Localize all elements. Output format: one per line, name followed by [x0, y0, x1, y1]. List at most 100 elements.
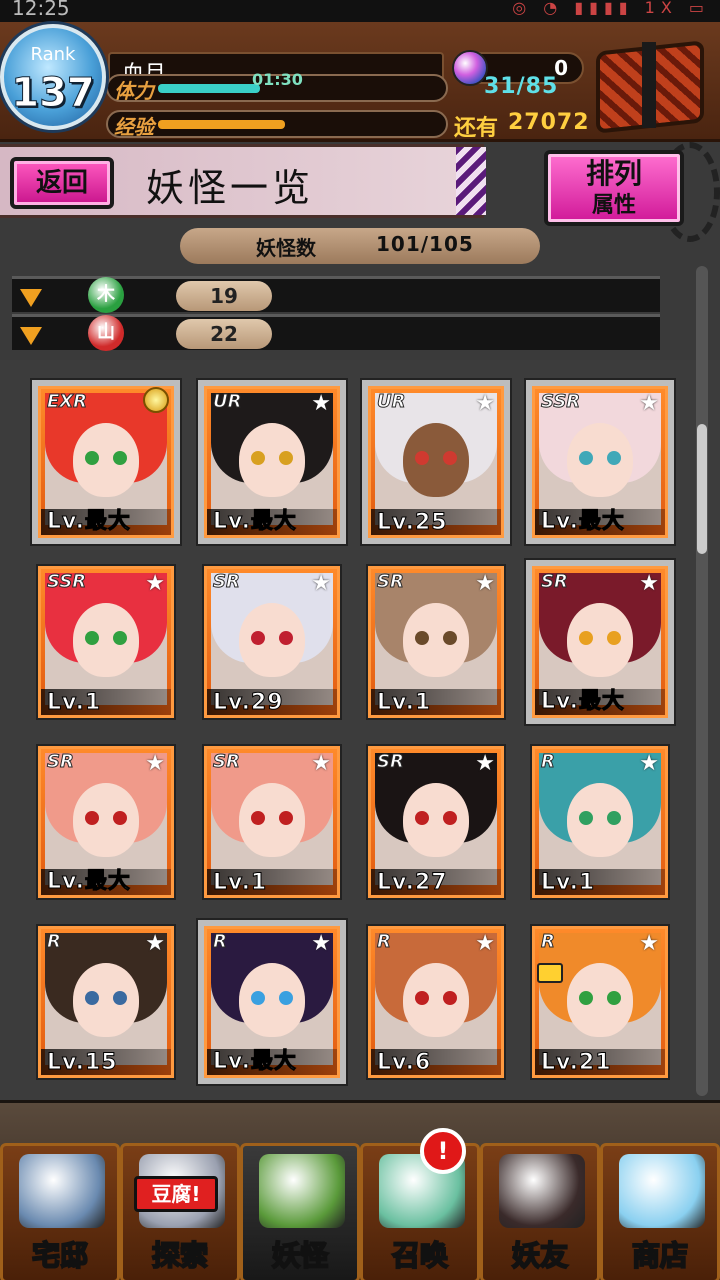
rarity-badge: R — [377, 931, 392, 953]
stamina-timer: 01:30 — [252, 70, 303, 89]
scrollbar[interactable] — [696, 266, 708, 1096]
monster-card[interactable]: R ★ Lv.最大 — [204, 926, 340, 1078]
monster-card[interactable]: R ★ Lv.1 — [532, 746, 668, 898]
rarity-badge: R — [541, 751, 556, 773]
app-screen: 12:25 ◎ ◔ ▮▮▮▮ 1X ▭ 血月 体力 01:30 经验 0 31/… — [0, 0, 720, 1280]
rarity-badge: UR — [212, 391, 242, 413]
stamina-fill — [158, 84, 260, 93]
portrait-eye — [113, 811, 127, 825]
level-label: Lv.最大 — [213, 509, 297, 535]
rarity-badge: SSR — [46, 571, 87, 593]
collapse-triangle-icon[interactable] — [20, 289, 42, 307]
portrait-eye — [443, 991, 457, 1005]
nav-label: 宅邸 — [31, 1238, 89, 1273]
monster-card[interactable]: SR ★ Lv.27 — [368, 746, 504, 898]
portrait-eye — [443, 451, 457, 465]
star-icon: ★ — [475, 931, 495, 956]
house-icon — [19, 1154, 105, 1228]
orb-icon — [619, 1154, 705, 1228]
portrait-eye — [251, 631, 265, 645]
star-icon: ★ — [145, 571, 165, 596]
monster-card[interactable]: SR ★ Lv.29 — [204, 566, 340, 718]
stamina-label: 体力 — [114, 79, 154, 103]
nav-label: 探索 — [151, 1238, 209, 1273]
monster-card[interactable]: SR ★ Lv.1 — [368, 566, 504, 718]
level-label: Lv.27 — [377, 870, 448, 896]
monster-card[interactable]: R ★ Lv.21 — [532, 926, 668, 1078]
attribute-filter-mountain[interactable]: 山 22 — [12, 314, 660, 351]
rarity-badge: EXR — [46, 391, 88, 413]
star-icon: ★ — [639, 571, 659, 596]
portrait-eye — [113, 451, 127, 465]
nav-item-2[interactable]: 妖怪 — [240, 1143, 360, 1280]
monster-card[interactable]: SR ★ Lv.最大 — [38, 746, 174, 898]
portrait-eye — [415, 811, 429, 825]
nav-label: 妖怪 — [271, 1238, 329, 1273]
tofu-tag: 豆腐! — [134, 1176, 218, 1212]
monster-card[interactable]: SR ★ Lv.最大 — [532, 566, 668, 718]
nav-item-5[interactable]: 商店 — [600, 1143, 720, 1280]
monster-card[interactable]: SSR ★ Lv.最大 — [532, 386, 668, 538]
portrait-face — [73, 423, 139, 497]
monster-card[interactable]: EXR Lv.最大 — [38, 386, 174, 538]
rank-value: 137 — [11, 70, 96, 117]
level-label: Lv.15 — [47, 1050, 118, 1076]
portrait-eye — [579, 631, 593, 645]
portrait-face — [73, 783, 139, 857]
sort-button[interactable]: 排列 属性 — [544, 150, 684, 226]
status-bar: 12:25 ◎ ◔ ▮▮▮▮ 1X ▭ — [0, 0, 720, 22]
rarity-badge: SSR — [540, 391, 581, 413]
summon-alert-badge: ! — [420, 1128, 466, 1174]
portrait-face — [73, 603, 139, 677]
monster-card[interactable]: R ★ Lv.15 — [38, 926, 174, 1078]
portrait-face — [403, 963, 469, 1037]
portrait-eye — [443, 811, 457, 825]
treasure-chest-icon[interactable] — [592, 38, 710, 134]
level-label: Lv.1 — [540, 870, 596, 896]
star-icon: ★ — [311, 391, 331, 416]
portrait-eye — [415, 631, 429, 645]
sort-label-line1: 排列 — [585, 157, 642, 190]
monster-card[interactable]: UR ★ Lv.25 — [368, 386, 504, 538]
page-title: 妖怪一览 — [146, 166, 315, 210]
level-label: Lv.21 — [541, 1050, 612, 1076]
attribute-filter-wood[interactable]: 木 19 — [12, 276, 660, 313]
player-header: 血月 体力 01:30 经验 0 31/85 还有 27072 — [0, 22, 720, 142]
nav-item-0[interactable]: 宅邸 — [0, 1143, 120, 1280]
wood-attribute-icon: 木 — [88, 277, 124, 313]
monster-card[interactable]: R ★ Lv.6 — [368, 926, 504, 1078]
exp-label: 经验 — [114, 115, 154, 139]
rarity-badge: R — [47, 931, 62, 953]
portrait-face — [403, 603, 469, 677]
monster-card[interactable]: SSR ★ Lv.1 — [38, 566, 174, 718]
portrait-eye — [85, 991, 99, 1005]
exp-fill — [158, 120, 285, 129]
rarity-badge: SR — [541, 571, 569, 593]
nav-label: 妖友 — [511, 1238, 569, 1273]
star-icon: ★ — [639, 391, 659, 416]
stamina-bar: 体力 01:30 — [106, 70, 448, 103]
portrait-eye — [579, 451, 593, 465]
nav-item-4[interactable]: 妖友 — [480, 1143, 600, 1280]
nav-label: 商店 — [631, 1238, 689, 1273]
rarity-badge: R — [213, 931, 228, 953]
portrait-face — [239, 783, 305, 857]
mountain-attribute-icon: 山 — [88, 315, 124, 351]
monster-grid: EXR Lv.最大 UR ★ Lv.最大 UR ★ Lv.25 SSR ★ Lv.最大 SSR ★ Lv.… — [0, 360, 720, 1100]
chest-band — [642, 42, 656, 128]
scrollbar-thumb[interactable] — [697, 424, 707, 554]
portrait-face — [567, 783, 633, 857]
portrait-eye — [607, 631, 621, 645]
attribute-count: 19 — [176, 281, 272, 311]
title-bar: 返回 妖怪一览 — [0, 144, 486, 218]
bottom-nav: 宅邸 探索 妖怪 召唤 妖友 商店 — [0, 1100, 720, 1280]
portrait-eye — [279, 451, 293, 465]
portrait-eye — [251, 451, 265, 465]
star-icon: ★ — [475, 571, 495, 596]
monster-card[interactable]: UR ★ Lv.最大 — [204, 386, 340, 538]
back-button[interactable]: 返回 — [10, 157, 114, 209]
portrait-face — [239, 603, 305, 677]
monster-card[interactable]: SR ★ Lv.1 — [204, 746, 340, 898]
level-label: Lv.最大 — [47, 869, 131, 895]
collapse-triangle-icon[interactable] — [20, 327, 42, 345]
